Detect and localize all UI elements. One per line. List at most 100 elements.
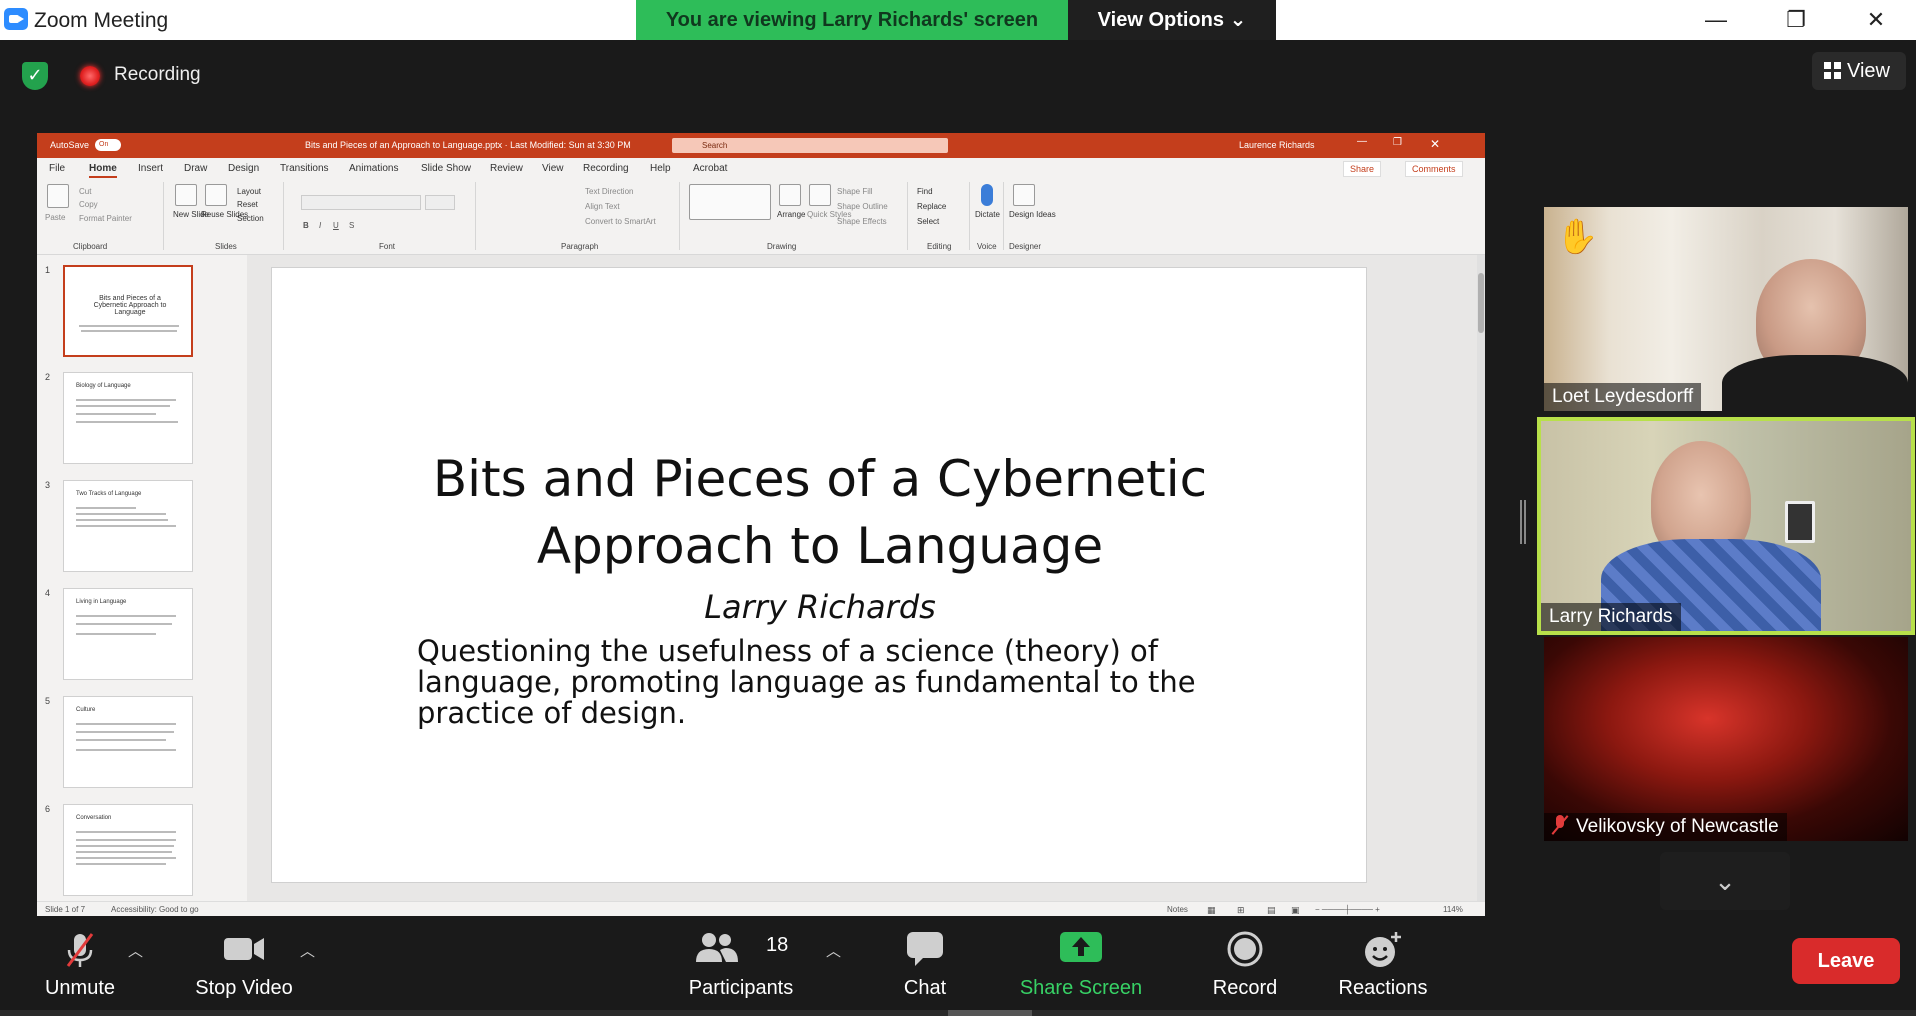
slide-subtitle[interactable]: Questioning the usefulness of a science …: [417, 636, 1217, 729]
autosave-toggle[interactable]: On: [95, 139, 121, 151]
close-button[interactable]: ✕: [1848, 0, 1904, 40]
slide-author[interactable]: Larry Richards: [272, 588, 1368, 626]
record-icon: [1227, 931, 1263, 967]
minimize-button[interactable]: —: [1688, 0, 1744, 40]
shape-fill-button[interactable]: Shape Fill: [837, 187, 873, 196]
ppt-search-box[interactable]: Search: [672, 138, 948, 153]
zoom-slider[interactable]: − ────┼──── +: [1315, 905, 1380, 914]
menu-transitions[interactable]: Transitions: [280, 163, 329, 174]
reactions-button[interactable]: Reactions: [1328, 918, 1438, 1016]
font-name-box[interactable]: [301, 195, 421, 210]
scrollbar-thumb[interactable]: [1478, 273, 1484, 333]
shape-outline-button[interactable]: Shape Outline: [837, 202, 888, 211]
notes-button[interactable]: Notes: [1167, 905, 1188, 914]
microphone-icon[interactable]: [981, 184, 993, 206]
slide-thumbnail-5[interactable]: Culture: [63, 696, 193, 788]
normal-view-icon[interactable]: ▦: [1207, 905, 1216, 916]
slide-thumbnail-6[interactable]: Conversation: [63, 804, 193, 896]
menu-design[interactable]: Design: [228, 163, 259, 174]
participants-button[interactable]: 18 Participants: [680, 918, 802, 1016]
ppt-restore-icon[interactable]: ❐: [1393, 137, 1402, 148]
underline-button[interactable]: U: [333, 221, 339, 230]
menu-acrobat[interactable]: Acrobat: [693, 163, 727, 174]
slideshow-view-icon[interactable]: ▣: [1291, 905, 1300, 916]
layout-button[interactable]: Layout: [237, 187, 261, 196]
ppt-share-button[interactable]: Share: [1343, 161, 1382, 177]
strikethrough-button[interactable]: S: [349, 221, 354, 230]
copy-button[interactable]: Copy: [79, 200, 98, 209]
unmute-button[interactable]: Unmute: [30, 918, 130, 1016]
recording-label[interactable]: Recording: [114, 64, 201, 86]
menu-draw[interactable]: Draw: [184, 163, 207, 174]
text-direction-button[interactable]: Text Direction: [585, 187, 633, 196]
panel-resize-handle[interactable]: [1520, 500, 1526, 544]
shared-screen[interactable]: AutoSave On Bits and Pieces of an Approa…: [37, 133, 1485, 916]
current-slide[interactable]: Bits and Pieces of a Cybernetic Approach…: [271, 267, 1367, 883]
thumb-number: 1: [45, 265, 51, 275]
reuse-slides-icon[interactable]: [205, 184, 227, 206]
menu-file[interactable]: File: [49, 163, 65, 174]
replace-button[interactable]: Replace: [917, 202, 946, 211]
participants-options-caret[interactable]: ︿: [826, 940, 841, 961]
convert-smartart-button[interactable]: Convert to SmartArt: [585, 217, 656, 226]
audio-options-caret[interactable]: ︿: [128, 940, 143, 961]
stop-video-button[interactable]: Stop Video: [182, 918, 306, 1016]
chat-button[interactable]: Chat: [888, 918, 962, 1016]
slide-scrollbar[interactable]: [1477, 255, 1485, 901]
video-tile-velikovsky[interactable]: Velikovsky of Newcastle: [1544, 637, 1908, 841]
view-button[interactable]: View: [1812, 52, 1906, 90]
slide-thumbnail-4[interactable]: Living in Language: [63, 588, 193, 680]
quick-styles-icon[interactable]: [809, 184, 831, 206]
shapes-gallery[interactable]: [689, 184, 771, 220]
slide-sorter-icon[interactable]: ⊞: [1237, 905, 1245, 916]
video-tile-larry[interactable]: Larry Richards: [1537, 417, 1915, 635]
menu-animations[interactable]: Animations: [349, 163, 398, 174]
slide-thumbnails-pane[interactable]: 1 Bits and Pieces of a Cybernetic Approa…: [37, 255, 247, 901]
menu-insert[interactable]: Insert: [138, 163, 163, 174]
section-button[interactable]: Section: [237, 214, 264, 223]
italic-button[interactable]: I: [319, 221, 321, 230]
thumb-text-line: [76, 405, 170, 407]
bold-button[interactable]: B: [303, 221, 309, 230]
menu-home[interactable]: Home: [89, 163, 117, 178]
reset-button[interactable]: Reset: [237, 200, 258, 209]
leave-button[interactable]: Leave: [1792, 938, 1900, 984]
new-slide-icon[interactable]: [175, 184, 197, 206]
select-button[interactable]: Select: [917, 217, 939, 226]
arrange-icon[interactable]: [779, 184, 801, 206]
slide-thumbnail-1[interactable]: Bits and Pieces of a Cybernetic Approach…: [63, 265, 193, 357]
find-button[interactable]: Find: [917, 187, 933, 196]
accessibility-status[interactable]: Accessibility: Good to go: [111, 905, 199, 914]
font-size-box[interactable]: [425, 195, 455, 210]
ppt-comments-button[interactable]: Comments: [1405, 161, 1463, 177]
slide-editing-area[interactable]: Bits and Pieces of a Cybernetic Approach…: [247, 255, 1485, 901]
more-participants-button[interactable]: ⌄: [1660, 852, 1790, 910]
paste-icon[interactable]: [47, 184, 69, 208]
menu-slide-show[interactable]: Slide Show: [421, 163, 471, 174]
reading-view-icon[interactable]: ▤: [1267, 905, 1276, 916]
ppt-minimize-icon[interactable]: —: [1357, 136, 1367, 147]
menu-view[interactable]: View: [542, 163, 564, 174]
record-button[interactable]: Record: [1196, 918, 1294, 1016]
menu-help[interactable]: Help: [650, 163, 671, 174]
slide-thumbnail-3[interactable]: Two Tracks of Language: [63, 480, 193, 572]
slide-title[interactable]: Bits and Pieces of a Cybernetic Approach…: [272, 446, 1368, 580]
design-ideas-icon[interactable]: [1013, 184, 1035, 206]
menu-recording[interactable]: Recording: [583, 163, 629, 174]
restore-button[interactable]: ❐: [1768, 0, 1824, 40]
video-tile-loet[interactable]: ✋ Loet Leydesdorff: [1544, 207, 1908, 411]
zoom-level[interactable]: 114%: [1443, 905, 1463, 914]
video-options-caret[interactable]: ︿: [300, 940, 315, 961]
slide-thumbnail-2[interactable]: Biology of Language: [63, 372, 193, 464]
thumb-text-line: [76, 851, 172, 853]
cut-button[interactable]: Cut: [79, 187, 91, 196]
thumb-text-line: [76, 633, 156, 635]
view-options-button[interactable]: View Options ⌄: [1068, 0, 1276, 40]
shape-effects-button[interactable]: Shape Effects: [837, 217, 887, 226]
format-painter-button[interactable]: Format Painter: [79, 214, 132, 223]
menu-review[interactable]: Review: [490, 163, 523, 174]
ppt-close-icon[interactable]: ✕: [1430, 137, 1440, 151]
share-screen-button[interactable]: Share Screen: [1010, 918, 1152, 1016]
security-shield-icon[interactable]: ✓: [22, 62, 48, 90]
align-text-button[interactable]: Align Text: [585, 202, 620, 211]
